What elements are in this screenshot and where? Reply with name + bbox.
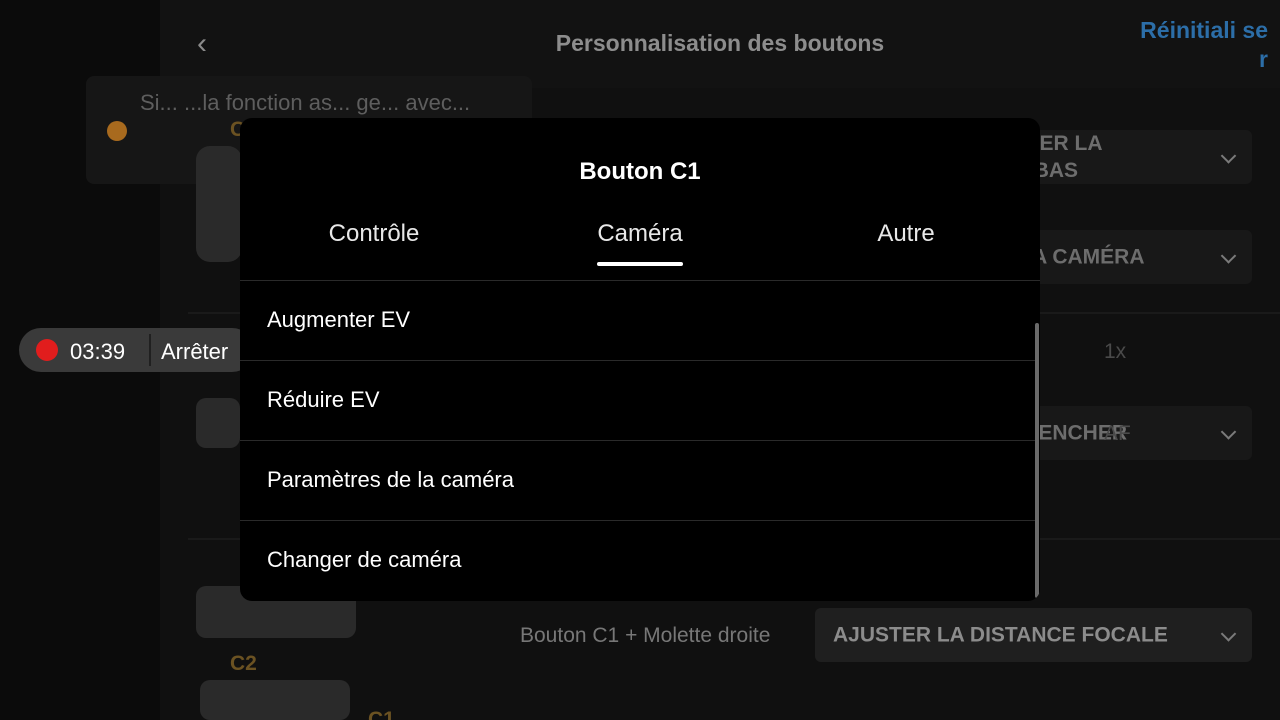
- tab-controle[interactable]: Contrôle: [254, 220, 494, 248]
- option-label: Changer de caméra: [267, 547, 462, 572]
- chevron-down-icon: [1220, 148, 1237, 164]
- option-switch-camera[interactable]: Changer de caméra: [240, 521, 1036, 601]
- tab-autre[interactable]: Autre: [786, 220, 1026, 248]
- dialog-title: Bouton C1: [579, 158, 701, 185]
- chevron-down-icon: [1220, 626, 1237, 642]
- controller-front-image: [196, 398, 240, 448]
- option-label: Augmenter EV: [267, 307, 411, 332]
- combo-function-dropdown[interactable]: AJUSTER LA DISTANCE FOCALE: [815, 608, 1252, 662]
- zoom-value: 1x: [1104, 340, 1127, 363]
- chevron-down-icon: [1220, 248, 1237, 264]
- screen: ‹ Personnalisation des boutons Réinitial…: [0, 0, 1280, 720]
- controller-bottom-image: [200, 680, 350, 720]
- option-decrease-ev[interactable]: Réduire EV: [240, 361, 1036, 441]
- combo-function-value: AJUSTER LA DISTANCE FOCALE: [833, 623, 1168, 647]
- c2-label: C2: [230, 652, 257, 675]
- tab-camera[interactable]: Caméra: [520, 220, 760, 248]
- option-label: Réduire EV: [267, 387, 380, 412]
- controller-side-image: [196, 146, 242, 262]
- back-icon[interactable]: ‹: [186, 26, 218, 62]
- option-camera-settings[interactable]: Paramètres de la caméra: [240, 441, 1036, 521]
- combo-row-label: Bouton C1 + Molette droite: [520, 624, 771, 647]
- function-picker-dialog: Bouton C1 Contrôle Caméra Autre Augmente…: [240, 118, 1040, 601]
- option-increase-ev[interactable]: Augmenter EV: [240, 281, 1036, 361]
- tab-selected-indicator: [597, 262, 683, 266]
- option-label: Paramètres de la caméra: [267, 467, 514, 492]
- record-icon: [36, 339, 58, 361]
- focus-mode-value: AF: [1104, 422, 1131, 445]
- reset-button[interactable]: Réinitiali ser: [1140, 16, 1268, 74]
- screen-recording-pill: 03:39 Arrêter: [19, 328, 254, 372]
- warning-dot-icon: [107, 121, 127, 141]
- pill-divider: [149, 334, 151, 366]
- chevron-down-icon: [1220, 424, 1237, 440]
- stop-recording-button[interactable]: Arrêter: [161, 339, 228, 365]
- c1-label-bottom: C1: [368, 708, 395, 720]
- recording-time: 03:39: [70, 339, 126, 364]
- scrollbar[interactable]: [1035, 323, 1039, 598]
- page-title: Personnalisation des boutons: [555, 30, 885, 56]
